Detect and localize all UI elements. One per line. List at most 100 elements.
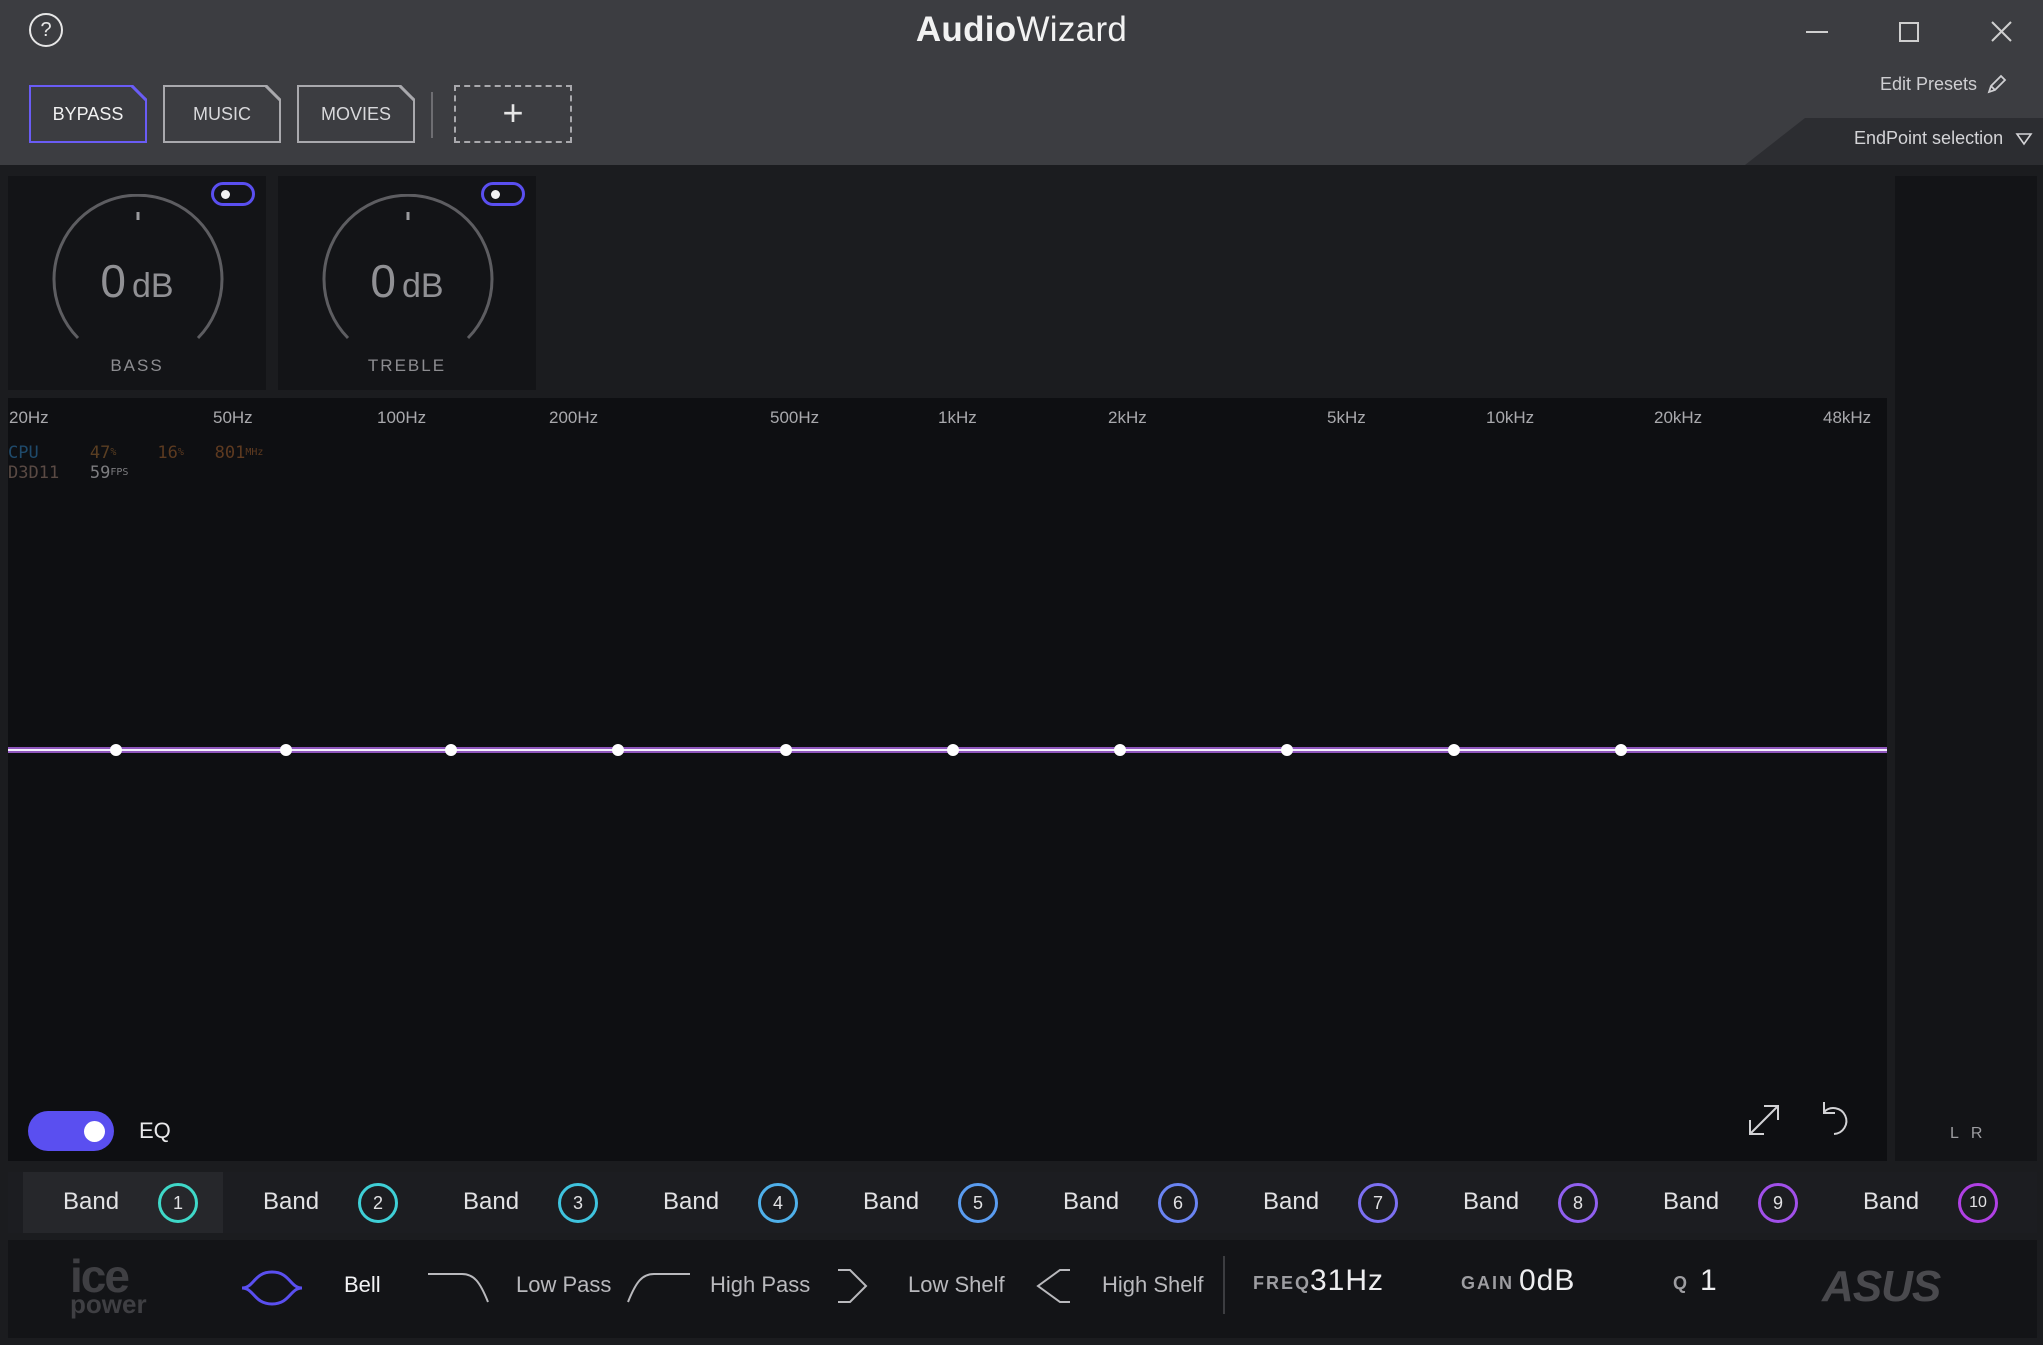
- toggle-dot: [491, 190, 500, 199]
- gain-value[interactable]: 0dB: [1519, 1264, 1575, 1298]
- band-number-badge: 10: [1958, 1183, 1998, 1223]
- q-key: Q: [1673, 1273, 1690, 1293]
- performance-overlay: CPU 47% 16% 801MHz D3D11 59FPS: [8, 443, 264, 483]
- band-tab-5[interactable]: Band 5: [823, 1172, 1023, 1233]
- minimize-icon: [1806, 31, 1828, 33]
- band-tab-7[interactable]: Band 7: [1223, 1172, 1423, 1233]
- endpoint-selection-dropdown[interactable]: EndPoint selection: [1854, 128, 2033, 149]
- band-point-8[interactable]: [1281, 744, 1293, 756]
- eq-enable-toggle[interactable]: [28, 1111, 114, 1151]
- preset-tab-music[interactable]: MUSIC: [163, 85, 281, 143]
- band-label: Band: [1663, 1188, 1720, 1215]
- band-tab-10[interactable]: Band 10: [1823, 1172, 2023, 1233]
- band-tab-8[interactable]: Band 8: [1423, 1172, 1623, 1233]
- band-number-badge: 7: [1358, 1183, 1398, 1223]
- band-point-7[interactable]: [1114, 744, 1126, 756]
- filter-divider: [1223, 1256, 1225, 1314]
- band-tab-9[interactable]: Band 9: [1623, 1172, 1823, 1233]
- treble-value: 0 dB: [370, 255, 444, 307]
- close-icon: [1991, 21, 2012, 42]
- level-meter: [1895, 176, 2037, 1161]
- band-number-badge: 5: [958, 1183, 998, 1223]
- low-shelf-filter-icon: [838, 1269, 868, 1303]
- band-tab-4[interactable]: Band 4: [623, 1172, 823, 1233]
- band-point-10[interactable]: [1615, 744, 1627, 756]
- band-label: Band: [1463, 1188, 1520, 1215]
- treble-label: TREBLE: [367, 356, 447, 375]
- low-pass-filter-icon: [428, 1273, 489, 1303]
- freq-label-20khz: 20kHz: [1654, 408, 1703, 427]
- treble-enable-toggle[interactable]: [481, 182, 525, 206]
- toggle-knob: [84, 1121, 105, 1142]
- band-label: Band: [1263, 1188, 1320, 1215]
- band-point-9[interactable]: [1448, 744, 1460, 756]
- band-tab-2[interactable]: Band 2: [223, 1172, 423, 1233]
- freq-label-200hz: 200Hz: [549, 408, 599, 427]
- add-preset-button[interactable]: +: [454, 85, 572, 143]
- band-label: Band: [1863, 1188, 1920, 1215]
- freq-label-5khz: 5kHz: [1327, 408, 1366, 427]
- bass-enable-toggle[interactable]: [211, 182, 255, 206]
- band-label: Band: [63, 1188, 120, 1215]
- preset-corner-bypass: [131, 85, 147, 101]
- band-tab-3[interactable]: Band 3: [423, 1172, 623, 1233]
- bass-value: 0 dB: [100, 255, 174, 307]
- filter-low-shelf[interactable]: Low Shelf: [836, 1262, 1016, 1306]
- freq-key: FREQ: [1253, 1273, 1312, 1293]
- close-button[interactable]: [1971, 12, 2031, 52]
- band-number-badge: 4: [758, 1183, 798, 1223]
- band-label: Band: [263, 1188, 320, 1215]
- edit-presets-button[interactable]: Edit Presets: [1880, 74, 2007, 96]
- maximize-button[interactable]: [1878, 12, 1938, 52]
- band-point-3[interactable]: [445, 744, 457, 756]
- pencil-icon: [1987, 74, 2007, 94]
- freq-label-48khz: 48kHz: [1823, 408, 1872, 427]
- band-point-1[interactable]: [110, 744, 122, 756]
- band-point-2[interactable]: [280, 744, 292, 756]
- filter-low-pass[interactable]: Low Pass: [426, 1262, 611, 1306]
- band-number-badge: 2: [358, 1183, 398, 1223]
- app-title: AudioWizard: [915, 10, 1128, 49]
- high-shelf-filter-icon: [1036, 1269, 1070, 1303]
- chevron-down-icon: [2015, 133, 2033, 146]
- freq-label-20hz: 20Hz: [9, 408, 49, 427]
- q-value[interactable]: 1: [1700, 1264, 1718, 1298]
- freq-label-500hz: 500Hz: [770, 408, 820, 427]
- eq-graph[interactable]: [8, 398, 1887, 1161]
- band-label: Band: [663, 1188, 720, 1215]
- preset-corner-movies: [399, 85, 415, 101]
- band-tab-6[interactable]: Band 6: [1023, 1172, 1223, 1233]
- preset-corner-music: [265, 85, 281, 101]
- band-point-5[interactable]: [780, 744, 792, 756]
- asus-logo: ASUS: [1822, 1262, 1941, 1311]
- bass-label: BASS: [110, 356, 164, 375]
- band-label: Band: [463, 1188, 520, 1215]
- band-number-badge: 9: [1758, 1183, 1798, 1223]
- preset-tab-bypass[interactable]: BYPASS: [29, 85, 147, 143]
- band-number-badge: 1: [158, 1183, 198, 1223]
- meter-channel-labels: LR: [1950, 1125, 1995, 1142]
- band-point-4[interactable]: [612, 744, 624, 756]
- minimize-button[interactable]: [1787, 12, 1847, 52]
- filter-bell[interactable]: Bell: [240, 1262, 410, 1306]
- high-pass-filter-icon: [627, 1273, 690, 1303]
- maximize-icon: [1899, 22, 1919, 42]
- band-point-6[interactable]: [947, 744, 959, 756]
- gain-key: GAIN: [1461, 1273, 1514, 1293]
- preset-tab-movies[interactable]: MOVIES: [297, 85, 415, 143]
- freq-label-10khz: 10kHz: [1486, 408, 1535, 427]
- band-number-badge: 6: [1158, 1183, 1198, 1223]
- bell-filter-icon: [241, 1270, 303, 1306]
- freq-label-50hz: 50Hz: [213, 408, 253, 427]
- undo-icon[interactable]: [1814, 1096, 1858, 1140]
- freq-label-100hz: 100Hz: [377, 408, 427, 427]
- filter-high-pass[interactable]: High Pass: [626, 1262, 816, 1306]
- band-label: Band: [863, 1188, 920, 1215]
- freq-value[interactable]: 31Hz: [1310, 1264, 1384, 1298]
- filter-high-shelf[interactable]: High Shelf: [1034, 1262, 1219, 1306]
- toggle-dot: [221, 190, 230, 199]
- expand-icon[interactable]: [1742, 1098, 1786, 1142]
- band-tab-1[interactable]: Band 1: [23, 1172, 223, 1233]
- treble-knob-panel: 0 dB TREBLE: [278, 176, 536, 390]
- band-number-badge: 8: [1558, 1183, 1598, 1223]
